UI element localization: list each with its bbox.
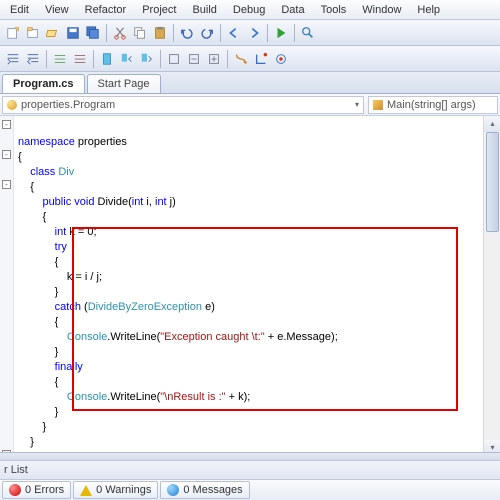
fold-gutter: - - - - xyxy=(0,116,14,456)
new-project-button[interactable] xyxy=(24,24,42,42)
scroll-up-arrow[interactable]: ▴ xyxy=(484,116,500,132)
toggle3-button[interactable] xyxy=(205,50,223,68)
member-dropdown[interactable]: Main(string[] args) xyxy=(368,96,498,114)
scroll-thumb[interactable] xyxy=(486,132,499,232)
warning-icon xyxy=(80,485,92,496)
tab-program-cs[interactable]: Program.cs xyxy=(2,74,85,93)
redo-button[interactable] xyxy=(198,24,216,42)
next-bookmark-button[interactable] xyxy=(138,50,156,68)
separator xyxy=(93,50,94,68)
open-button[interactable] xyxy=(44,24,62,42)
method-icon xyxy=(373,100,383,110)
menu-data[interactable]: Data xyxy=(273,2,312,18)
save-all-button[interactable] xyxy=(84,24,102,42)
highlight-box xyxy=(72,227,458,411)
toggle2-button[interactable] xyxy=(185,50,203,68)
class-icon xyxy=(7,100,17,110)
fold-toggle[interactable]: - xyxy=(2,180,11,189)
separator xyxy=(267,24,268,42)
menu-refactor[interactable]: Refactor xyxy=(77,2,135,18)
toggle-button[interactable] xyxy=(165,50,183,68)
cut-button[interactable] xyxy=(111,24,129,42)
separator xyxy=(160,50,161,68)
code-editor[interactable]: - - - - namespace properties { class Div… xyxy=(0,116,500,456)
toolbar-main xyxy=(0,20,500,46)
vertical-scrollbar[interactable]: ▴ ▾ xyxy=(483,116,500,456)
navigate-fwd-button[interactable] xyxy=(245,24,263,42)
warnings-filter-button[interactable]: 0 Warnings xyxy=(73,481,158,499)
copy-button[interactable] xyxy=(131,24,149,42)
prev-bookmark-button[interactable] xyxy=(118,50,136,68)
step2-button[interactable] xyxy=(252,50,270,68)
menu-view[interactable]: View xyxy=(37,2,77,18)
start-debug-button[interactable] xyxy=(272,24,290,42)
indent-button[interactable] xyxy=(4,50,22,68)
bottom-panel-divider xyxy=(0,452,500,460)
menu-tools[interactable]: Tools xyxy=(313,2,355,18)
step3-button[interactable] xyxy=(272,50,290,68)
menu-build[interactable]: Build xyxy=(184,2,224,18)
paste-button[interactable] xyxy=(151,24,169,42)
separator xyxy=(220,24,221,42)
save-button[interactable] xyxy=(64,24,82,42)
messages-count: 0 Messages xyxy=(183,484,242,496)
outdent-button[interactable] xyxy=(24,50,42,68)
separator xyxy=(106,24,107,42)
error-list-title: r List xyxy=(4,464,28,476)
fold-toggle[interactable]: - xyxy=(2,120,11,129)
toolbar-secondary xyxy=(0,46,500,72)
menu-project[interactable]: Project xyxy=(134,2,184,18)
menu-help[interactable]: Help xyxy=(409,2,448,18)
tab-start-page[interactable]: Start Page xyxy=(87,74,161,93)
error-list-toolbar: 0 Errors 0 Warnings 0 Messages xyxy=(0,480,500,500)
fold-toggle[interactable]: - xyxy=(2,150,11,159)
errors-filter-button[interactable]: 0 Errors xyxy=(2,481,71,499)
separator xyxy=(46,50,47,68)
message-icon xyxy=(167,484,179,496)
undo-button[interactable] xyxy=(178,24,196,42)
uncomment-button[interactable] xyxy=(71,50,89,68)
file-tabs: Program.cs Start Page xyxy=(0,72,500,94)
navigate-back-button[interactable] xyxy=(225,24,243,42)
error-icon xyxy=(9,484,21,496)
menu-window[interactable]: Window xyxy=(354,2,409,18)
class-dropdown[interactable]: properties.Program ▾ xyxy=(2,96,364,114)
menu-edit[interactable]: Edit xyxy=(2,2,37,18)
comment-button[interactable] xyxy=(51,50,69,68)
errors-count: 0 Errors xyxy=(25,484,64,496)
bookmark-button[interactable] xyxy=(98,50,116,68)
step-button[interactable] xyxy=(232,50,250,68)
code-nav-bar: properties.Program ▾ Main(string[] args) xyxy=(0,94,500,116)
add-item-button[interactable] xyxy=(4,24,22,42)
chevron-down-icon: ▾ xyxy=(355,100,359,109)
menu-debug[interactable]: Debug xyxy=(225,2,273,18)
separator xyxy=(294,24,295,42)
messages-filter-button[interactable]: 0 Messages xyxy=(160,481,249,499)
class-name: properties.Program xyxy=(21,99,115,111)
separator xyxy=(173,24,174,42)
warnings-count: 0 Warnings xyxy=(96,484,151,496)
separator xyxy=(227,50,228,68)
member-name: Main(string[] args) xyxy=(387,99,476,111)
menu-bar: Edit View Refactor Project Build Debug D… xyxy=(0,0,500,20)
error-list-header: r List xyxy=(0,460,500,480)
find-button[interactable] xyxy=(299,24,317,42)
